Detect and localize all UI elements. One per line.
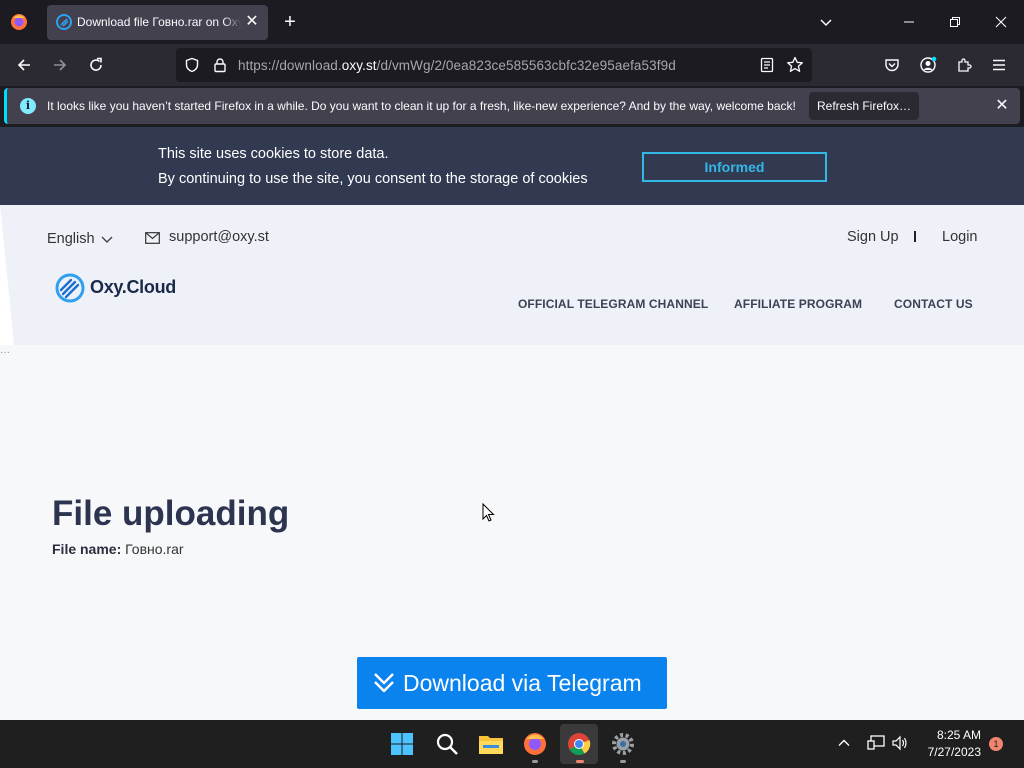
network-icon[interactable] [867,734,885,752]
cookie-accept-button[interactable]: Informed [642,152,827,182]
file-explorer-icon[interactable] [475,728,507,760]
back-arrow-icon[interactable] [13,54,35,76]
notification-text: It looks like you haven’t started Firefo… [47,99,796,113]
notification-close-icon[interactable]: ✕ [993,97,1011,115]
page-title: File uploading [52,494,290,533]
browser-tab[interactable]: Download file Говно.rar on Oxy.Cloud ✕ [47,5,268,40]
signup-link[interactable]: Sign Up [847,229,899,245]
settings-gear-icon[interactable] [607,728,639,760]
pocket-icon[interactable] [881,54,903,76]
cookie-banner: This site uses cookies to store data. By… [0,127,1024,205]
logo-text[interactable]: Oxy.Cloud [90,277,176,298]
refresh-firefox-button[interactable]: Refresh Firefox… [809,92,919,120]
tracking-protection-shield-icon[interactable] [184,57,200,73]
language-selector[interactable]: English [47,231,95,247]
reload-icon[interactable] [85,54,107,76]
chevron-down-icon[interactable] [100,232,114,246]
close-window-icon[interactable] [991,12,1011,32]
chevron-up-icon[interactable] [835,734,853,752]
notification-box: i It looks like you haven’t started Fire… [4,88,1020,124]
url-bar[interactable]: https://download.oxy.st/d/vmWg/2/0ea823c… [176,48,812,82]
double-chevron-down-icon [373,671,395,695]
nav-contact-us[interactable]: CONTACT US [894,297,973,311]
mouse-cursor-icon [482,503,495,522]
firefox-view-icon[interactable] [8,11,30,33]
settings-running-indicator [620,760,626,763]
file-name-value: Говно.rar [125,541,184,557]
tab-close-icon[interactable]: ✕ [244,14,260,30]
extensions-puzzle-icon[interactable] [953,54,975,76]
chrome-active-indicator [576,760,584,763]
bookmark-star-icon[interactable] [786,56,804,74]
windows-taskbar: 8:25 AM 7/27/2023 1 [0,720,1024,768]
ellipsis-marker: ··· [0,347,10,358]
clock-date[interactable]: 7/27/2023 [915,745,981,759]
hamburger-menu-icon[interactable] [988,54,1010,76]
volume-icon[interactable] [891,734,909,752]
firefox-taskbar-icon[interactable] [519,728,551,760]
oxy-cloud-logo-icon[interactable] [55,273,85,303]
minimize-icon[interactable] [899,12,919,32]
list-all-tabs-icon[interactable] [816,12,836,32]
oxy-favicon-icon [56,14,72,30]
login-link[interactable]: Login [942,229,977,245]
notification-count-badge[interactable]: 1 [989,737,1003,751]
firefox-running-indicator [532,760,538,763]
chrome-taskbar-icon[interactable] [560,724,598,764]
restore-icon[interactable] [945,12,965,32]
page-content: This site uses cookies to store data. By… [0,127,1024,720]
support-email-link[interactable]: support@oxy.st [169,229,269,245]
clock-time[interactable]: 8:25 AM [925,728,981,742]
mail-icon [145,231,160,244]
tab-strip: Download file Говно.rar on Oxy.Cloud ✕ + [0,0,1024,44]
account-icon[interactable] [917,54,939,76]
auth-divider [914,231,916,242]
reader-view-icon[interactable] [759,57,775,73]
search-icon[interactable] [431,728,463,760]
header-decoration [0,205,14,345]
forward-arrow-icon[interactable] [49,54,71,76]
file-name-row: File name: Говно.rar [52,541,184,557]
nav-telegram-channel[interactable]: OFFICIAL TELEGRAM CHANNEL [518,297,708,311]
new-tab-icon[interactable]: + [280,12,300,32]
firefox-notification-bar: i It looks like you haven’t started Fire… [0,86,1024,127]
nav-affiliate-program[interactable]: AFFILIATE PROGRAM [734,297,862,311]
windows-start-icon[interactable] [386,728,418,760]
cookie-text-line2: By continuing to use the site, you conse… [158,171,588,187]
info-icon: i [20,98,36,114]
navigation-toolbar: https://download.oxy.st/d/vmWg/2/0ea823c… [0,44,1024,86]
download-telegram-button[interactable]: Download via Telegram [357,657,667,709]
url-text[interactable]: https://download.oxy.st/d/vmWg/2/0ea823c… [238,58,676,73]
download-button-label: Download via Telegram [403,670,642,696]
tab-title: Download file Говно.rar on Oxy.Cloud [77,15,241,31]
file-name-label: File name: [52,541,122,557]
site-header [0,205,1024,345]
cookie-text-line1: This site uses cookies to store data. [158,146,389,162]
lock-icon[interactable] [212,57,228,73]
